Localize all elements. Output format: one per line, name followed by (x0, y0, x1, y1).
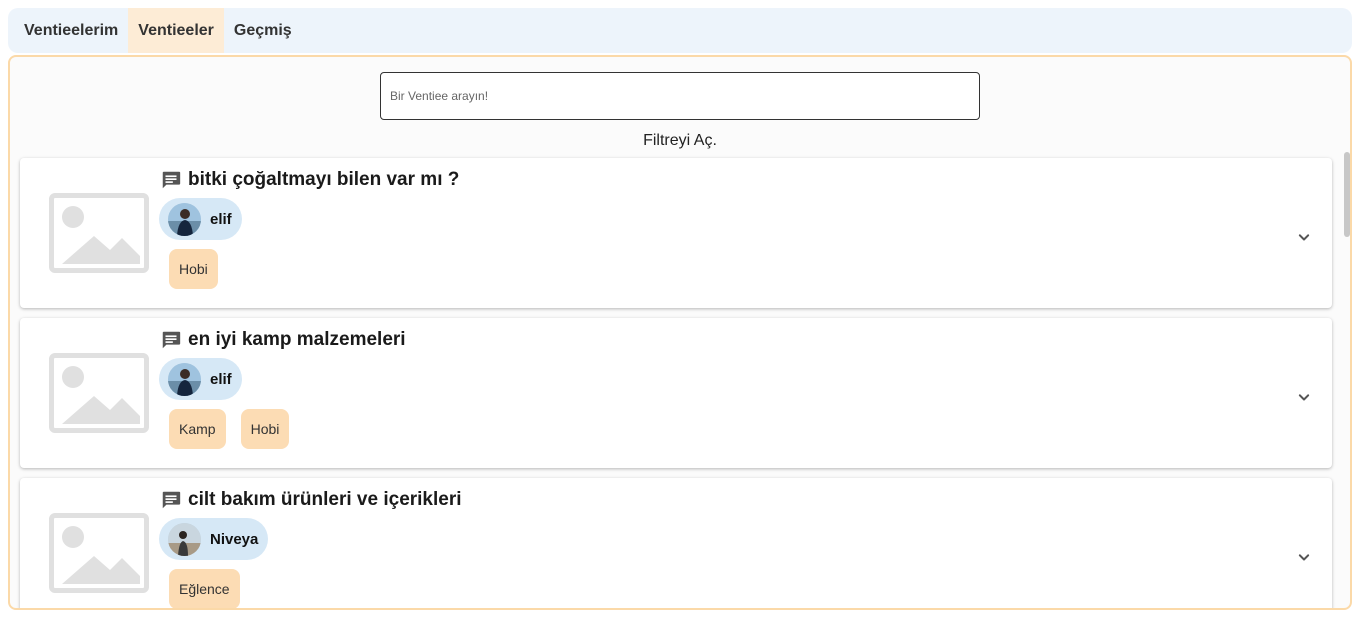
avatar (168, 522, 201, 556)
search-input[interactable] (380, 72, 980, 120)
tab-gecmis[interactable]: Geçmiş (224, 8, 302, 53)
post-card[interactable]: bitki çoğaltmayı bilen var mı ? elif Hob… (20, 158, 1332, 308)
user-chip[interactable]: Niveya (159, 518, 269, 560)
image-placeholder-icon (49, 193, 149, 273)
post-card[interactable]: cilt bakım ürünleri ve içerikleri Niveya… (20, 478, 1332, 608)
post-title: bitki çoğaltmayı bilen var mı ? (188, 169, 460, 190)
user-name: elif (210, 210, 232, 228)
tab-ventieelerim[interactable]: Ventieelerim (14, 8, 128, 53)
post-title-row: en iyi kamp malzemeleri (160, 329, 406, 351)
scrollbar[interactable] (1343, 152, 1350, 602)
chat-bubble-icon (162, 491, 181, 509)
tab-bar: Ventieelerim Ventieeler Geçmiş (8, 8, 1352, 53)
tag-chip[interactable]: Kamp (169, 409, 226, 449)
user-name: elif (210, 370, 232, 388)
tag-list: Hobi (169, 249, 233, 289)
tag-chip[interactable]: Eğlence (169, 569, 240, 608)
tag-list: Kamp Hobi (169, 409, 304, 449)
tag-chip[interactable]: Hobi (169, 249, 218, 289)
ventiee-panel: Filtreyi Aç. bitki çoğaltmayı bilen var … (8, 55, 1352, 610)
post-list: bitki çoğaltmayı bilen var mı ? elif Hob… (20, 158, 1334, 608)
user-chip[interactable]: elif (159, 198, 242, 240)
image-placeholder-icon (49, 353, 149, 433)
chat-bubble-icon (162, 331, 181, 349)
avatar (168, 362, 201, 396)
image-placeholder-icon (49, 513, 149, 593)
avatar (168, 202, 201, 236)
post-title: en iyi kamp malzemeleri (188, 329, 406, 350)
post-title-row: bitki çoğaltmayı bilen var mı ? (160, 169, 459, 191)
chevron-down-icon[interactable] (1294, 387, 1314, 407)
user-chip[interactable]: elif (159, 358, 242, 400)
scrollbar-thumb[interactable] (1344, 152, 1350, 237)
tag-chip[interactable]: Hobi (240, 409, 290, 449)
user-name: Niveya (210, 530, 259, 548)
post-title-row: cilt bakım ürünleri ve içerikleri (160, 489, 462, 511)
tab-ventieeler[interactable]: Ventieeler (128, 8, 224, 53)
tag-list: Eğlence (169, 569, 255, 608)
filter-toggle[interactable]: Filtreyi Aç. (380, 132, 980, 150)
chat-bubble-icon (162, 171, 181, 189)
chevron-down-icon[interactable] (1294, 547, 1314, 567)
post-title: cilt bakım ürünleri ve içerikleri (188, 489, 462, 510)
post-card[interactable]: en iyi kamp malzemeleri elif Kamp Hobi (20, 318, 1332, 468)
chevron-down-icon[interactable] (1294, 227, 1314, 247)
